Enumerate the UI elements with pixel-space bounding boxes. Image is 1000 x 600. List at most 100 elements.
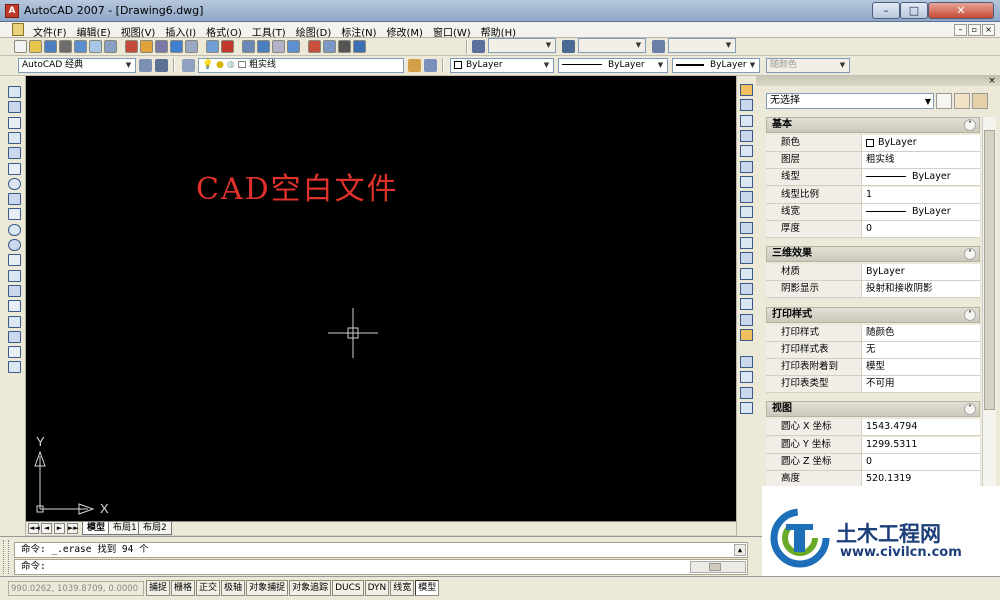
scrollbar-thumb[interactable] [709, 563, 721, 571]
scroll-up-icon[interactable]: ▲ [734, 544, 746, 556]
spline-icon[interactable] [8, 208, 21, 221]
property-row[interactable]: 圆心 Y 坐标 1299.5311 [766, 436, 980, 454]
doc-restore-button[interactable]: ▫ [968, 24, 981, 36]
maximize-button[interactable]: □ [900, 2, 928, 19]
move-icon[interactable] [740, 160, 753, 173]
rectangle-icon[interactable] [8, 147, 21, 160]
paste-icon[interactable] [155, 40, 168, 53]
plotstyle-dropdown[interactable]: 随颜色 ▼ [766, 58, 850, 73]
table-style-icon[interactable] [652, 40, 665, 53]
layer-manager-icon[interactable] [182, 59, 195, 72]
plot-icon[interactable] [59, 40, 72, 53]
construction-line-icon[interactable] [8, 101, 21, 114]
property-value[interactable]: 随颜色 [866, 325, 978, 341]
command-grip[interactable] [3, 540, 9, 574]
property-row[interactable]: 打印样式表无 [766, 341, 980, 359]
close-button[interactable]: ✕ [928, 2, 994, 19]
layer-dropdown[interactable]: 💡 ● ◍ □ 粗实线 [198, 58, 404, 73]
tab-layout1[interactable]: 布局1 [108, 522, 142, 535]
property-value[interactable]: ByLayer [866, 264, 978, 280]
section-header-2[interactable]: 打印样式 ˄ [766, 306, 980, 323]
tool-palettes-icon[interactable] [338, 40, 351, 53]
publish-icon[interactable] [89, 40, 102, 53]
plot-preview-icon[interactable] [74, 40, 87, 53]
region-icon[interactable] [8, 330, 21, 343]
3d-dwf-icon[interactable] [104, 40, 117, 53]
lineweight-dropdown[interactable]: ByLayer ▼ [672, 58, 760, 73]
arc-icon[interactable] [8, 162, 21, 175]
copy-object-icon[interactable] [740, 99, 753, 112]
multiline-text-icon[interactable] [8, 361, 21, 374]
doc-minimize-button[interactable]: – [954, 24, 967, 36]
erase-icon[interactable] [740, 84, 753, 96]
mirror-icon[interactable] [740, 114, 753, 127]
point-icon[interactable] [8, 284, 21, 297]
zoom-realtime-icon[interactable] [257, 40, 270, 53]
status-toggle-3[interactable]: 极轴 [221, 580, 246, 596]
coordinate-readout[interactable]: 990.0262, 1039.8709, 0.0000 [8, 581, 144, 596]
new-icon[interactable] [14, 40, 27, 53]
property-value[interactable]: 0 [866, 221, 978, 237]
property-row[interactable]: 打印表附着到 模型 [766, 359, 980, 376]
match-properties-icon[interactable] [170, 40, 183, 53]
property-value[interactable]: 1299.5311 [866, 437, 978, 453]
prev-tab-button[interactable]: ◄ [41, 523, 52, 534]
collapse-chevron-icon[interactable]: ˄ [964, 119, 976, 131]
properties-scrollbar[interactable] [982, 117, 996, 521]
properties-close-button[interactable]: × [987, 76, 997, 86]
join-icon[interactable] [740, 282, 753, 295]
layer-previous-icon[interactable] [424, 59, 437, 72]
block-editor-icon[interactable] [185, 40, 198, 53]
select-objects-button[interactable] [954, 93, 970, 109]
collapse-chevron-icon[interactable]: ˄ [964, 308, 976, 321]
property-value[interactable]: 不可用 [866, 376, 978, 392]
cut-icon[interactable] [125, 40, 138, 53]
design-center-icon[interactable] [323, 40, 336, 53]
insert-block-icon[interactable] [8, 254, 21, 267]
property-value[interactable]: 投射和接收阴影 [866, 281, 978, 297]
tab-layout2[interactable]: 布局2 [138, 522, 172, 535]
offset-icon[interactable] [740, 129, 753, 142]
ellipse-arc-icon[interactable] [8, 239, 21, 251]
fillet-icon[interactable] [740, 313, 753, 326]
undo-icon[interactable] [206, 40, 219, 53]
minimize-button[interactable]: – [872, 2, 900, 19]
status-toggle-1[interactable]: 栅格 [171, 580, 196, 596]
draworder-above-icon[interactable] [740, 386, 753, 399]
selection-dropdown[interactable]: 无选择 ▼ [766, 93, 934, 109]
quick-select-button[interactable] [972, 93, 988, 109]
property-value[interactable]: 1543.4794 [866, 419, 978, 435]
property-row[interactable]: 圆心 Z 坐标 0 [766, 453, 980, 471]
draworder-front-icon[interactable] [740, 356, 753, 369]
property-row[interactable]: 颜色 ByLayer [766, 135, 980, 152]
property-value[interactable]: ByLayer [866, 204, 978, 220]
property-row[interactable]: 图层 粗实线 [766, 152, 980, 170]
property-row[interactable]: 线型比例 1 [766, 186, 980, 204]
array-icon[interactable] [740, 145, 753, 158]
drawing-canvas[interactable]: CAD空白文件 Y X [26, 76, 736, 521]
property-row[interactable]: 线宽 ByLayer [766, 203, 980, 221]
property-value[interactable]: 模型 [866, 359, 978, 375]
property-row[interactable]: 圆心 X 坐标 1543.4794 [766, 419, 980, 437]
status-toggle-4[interactable]: 对象捕捉 [246, 580, 289, 596]
save-icon[interactable] [44, 40, 57, 53]
polyline-icon[interactable] [8, 116, 21, 129]
workspace-lock-icon[interactable] [155, 59, 168, 72]
property-value[interactable]: ByLayer [866, 135, 978, 151]
redo-icon[interactable] [221, 40, 234, 53]
chamfer-icon[interactable] [740, 298, 753, 311]
table-icon[interactable] [8, 346, 21, 359]
last-tab-button[interactable]: ►► [67, 523, 79, 534]
property-value[interactable]: 0 [866, 454, 978, 470]
open-icon[interactable] [29, 40, 42, 53]
command-input-line[interactable]: 命令:▼ [14, 559, 748, 575]
status-toggle-6[interactable]: DUCS [332, 580, 364, 596]
table-style-dropdown[interactable]: ▼ [668, 38, 736, 53]
pan-icon[interactable] [242, 40, 255, 53]
circle-icon[interactable] [8, 177, 21, 190]
status-toggle-5[interactable]: 对象追踪 [289, 580, 332, 596]
explode-icon[interactable] [740, 328, 753, 341]
section-header-0[interactable]: 基本 ˄ [766, 117, 980, 133]
tab-model[interactable]: 模型 [82, 522, 111, 535]
status-toggle-9[interactable]: 模型 [415, 580, 440, 596]
